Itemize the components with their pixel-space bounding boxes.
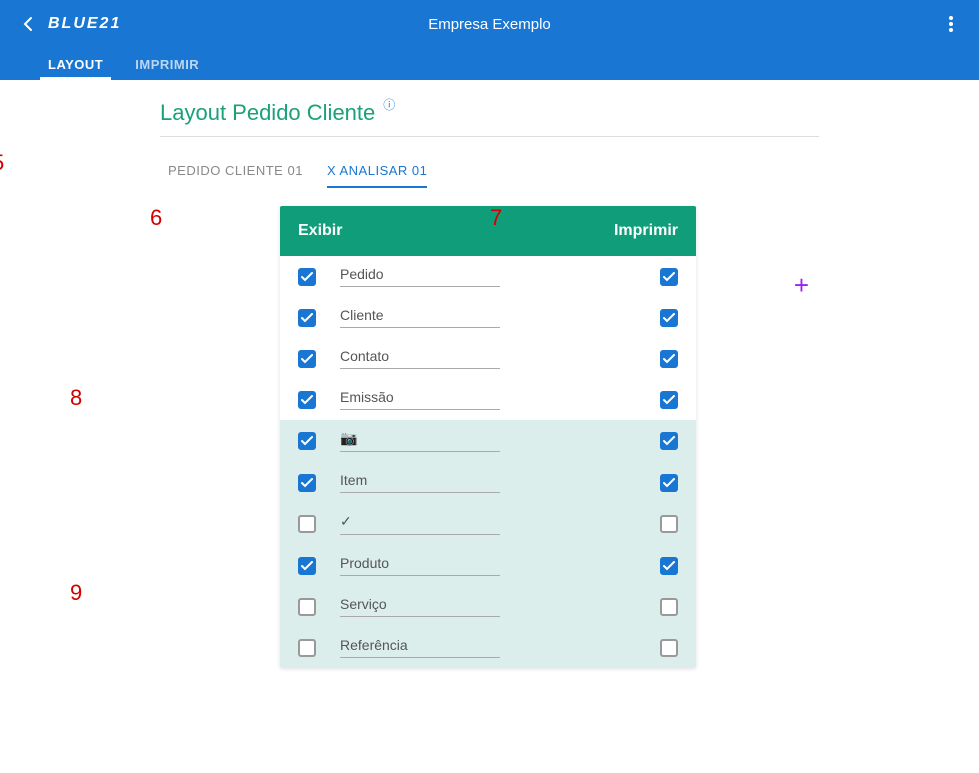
header-tabs: LAYOUT IMPRIMIR (0, 48, 979, 80)
app-header: BLUE21 Empresa Exemplo LAYOUT IMPRIMIR (0, 0, 979, 80)
annotation-8: 8 (70, 385, 82, 411)
annotation-9: 9 (70, 580, 82, 606)
imprimir-checkbox[interactable] (660, 639, 678, 657)
field-row: Produto (280, 545, 696, 586)
field-row: Referência (280, 627, 696, 668)
field-row: Cliente (280, 297, 696, 338)
field-label[interactable]: 📷 (340, 430, 500, 452)
field-row: Contato (280, 338, 696, 379)
col-exibir: Exibir (298, 222, 342, 240)
annotation-6: 6 (150, 205, 162, 231)
exibir-checkbox[interactable] (298, 474, 316, 492)
imprimir-checkbox[interactable] (660, 350, 678, 368)
tab-layout[interactable]: LAYOUT (32, 48, 119, 80)
field-row: Emissão (280, 379, 696, 420)
exibir-checkbox[interactable] (298, 515, 316, 533)
exibir-checkbox[interactable] (298, 309, 316, 327)
exibir-checkbox[interactable] (298, 268, 316, 286)
field-label[interactable]: Pedido (340, 266, 500, 287)
col-imprimir: Imprimir (614, 222, 678, 240)
exibir-checkbox[interactable] (298, 350, 316, 368)
field-row: Serviço (280, 586, 696, 627)
subtab-x-analisar-01[interactable]: X ANALISAR 01 (327, 157, 427, 188)
field-label[interactable]: Contato (340, 348, 500, 369)
exibir-checkbox[interactable] (298, 391, 316, 409)
subtab-pedido-cliente-01[interactable]: PEDIDO CLIENTE 01 (168, 157, 303, 188)
field-label[interactable]: Item (340, 472, 500, 493)
field-label[interactable]: Serviço (340, 596, 500, 617)
exibir-checkbox[interactable] (298, 639, 316, 657)
field-label[interactable]: Referência (340, 637, 500, 658)
page-title: Layout Pedido Cliente (160, 100, 375, 126)
menu-button[interactable] (939, 12, 963, 36)
imprimir-checkbox[interactable] (660, 515, 678, 533)
exibir-checkbox[interactable] (298, 598, 316, 616)
imprimir-checkbox[interactable] (660, 268, 678, 286)
field-row: Pedido (280, 256, 696, 297)
imprimir-checkbox[interactable] (660, 598, 678, 616)
field-row: 📷 (280, 420, 696, 462)
subtabs: PEDIDO CLIENTE 01 X ANALISAR 01 (168, 157, 819, 188)
field-label[interactable]: Emissão (340, 389, 500, 410)
imprimir-checkbox[interactable] (660, 474, 678, 492)
back-button[interactable] (16, 12, 40, 36)
header-top: BLUE21 Empresa Exemplo (0, 0, 979, 48)
imprimir-checkbox[interactable] (660, 557, 678, 575)
company-title: Empresa Exemplo (428, 16, 551, 33)
panel-header: Exibir Imprimir (280, 206, 696, 256)
help-icon[interactable]: ⓘ (383, 96, 395, 113)
exibir-checkbox[interactable] (298, 557, 316, 575)
field-label[interactable]: Produto (340, 555, 500, 576)
imprimir-checkbox[interactable] (660, 432, 678, 450)
content: 4 5 6 7 8 9 Layout Pedido Cliente ⓘ PEDI… (0, 80, 979, 668)
field-label[interactable]: ✓ (340, 513, 500, 535)
panel-section: 📷 Item ✓ Produto Serviço Referência (280, 420, 696, 668)
tab-imprimir[interactable]: IMPRIMIR (119, 48, 215, 80)
imprimir-checkbox[interactable] (660, 391, 678, 409)
add-button[interactable]: + (794, 270, 809, 301)
field-row: ✓ (280, 503, 696, 545)
page-title-row: Layout Pedido Cliente ⓘ (160, 100, 819, 137)
field-row: Item (280, 462, 696, 503)
annotation-5: 5 (0, 150, 4, 176)
field-label[interactable]: Cliente (340, 307, 500, 328)
exibir-checkbox[interactable] (298, 432, 316, 450)
imprimir-checkbox[interactable] (660, 309, 678, 327)
logo: BLUE21 (48, 15, 121, 33)
fields-panel: Exibir Imprimir Pedido Cliente Contato Emis… (280, 206, 696, 668)
panel-section: Pedido Cliente Contato Emissão (280, 256, 696, 420)
